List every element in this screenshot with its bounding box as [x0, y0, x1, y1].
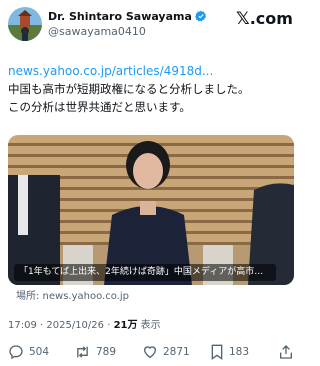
link-preview-image[interactable] — [8, 135, 294, 285]
author-name-text[interactable]: Dr. Shintaro Sawayama — [48, 10, 192, 23]
like-count: 2871 — [163, 346, 190, 358]
post-meta: 17:09 · 2025/10/26 · 21万 表示 — [8, 320, 161, 331]
bookmark-count: 183 — [229, 346, 250, 358]
link-source[interactable]: 場所: news.yahoo.co.jp — [16, 290, 129, 303]
x-logo-icon: 𝕏 — [236, 9, 250, 29]
post-text-line-2: この分析は世界共通だと思います。 — [8, 100, 191, 114]
verified-badge-icon — [195, 10, 207, 26]
reply-icon — [9, 345, 23, 360]
avatar[interactable] — [8, 7, 42, 41]
author-name[interactable]: Dr. Shintaro Sawayama — [48, 10, 207, 26]
reply-count: 504 — [29, 346, 50, 358]
x-com-text: .com — [249, 9, 293, 28]
bookmark-icon — [211, 344, 223, 360]
bookmark-button[interactable]: 183 — [210, 343, 249, 361]
post-time[interactable]: 17:09 — [8, 320, 37, 331]
author-handle[interactable]: @sawayama0410 — [48, 25, 146, 39]
x-com-logo: 𝕏.com — [236, 9, 293, 29]
repost-icon — [77, 346, 88, 358]
view-count: 21万 — [113, 320, 138, 331]
heart-icon — [143, 346, 157, 359]
post-date[interactable]: 2025/10/26 — [46, 320, 104, 331]
repost-count: 789 — [96, 346, 117, 358]
article-link[interactable]: news.yahoo.co.jp/articles/4918d... — [8, 64, 213, 79]
views-label: 表示 — [140, 320, 161, 331]
like-button[interactable]: 2871 — [142, 343, 190, 361]
reply-button[interactable]: 504 — [8, 343, 49, 361]
post-text-line-1: 中国も高市が短期政権になると分析しました。 — [8, 82, 250, 96]
share-button[interactable] — [278, 343, 299, 361]
repost-button[interactable]: 789 — [74, 343, 116, 361]
share-icon — [280, 345, 292, 359]
media-caption[interactable]: 「1年もてば上出来、2年続けば奇跡」中国メディアが高市早苗… — [14, 264, 276, 281]
